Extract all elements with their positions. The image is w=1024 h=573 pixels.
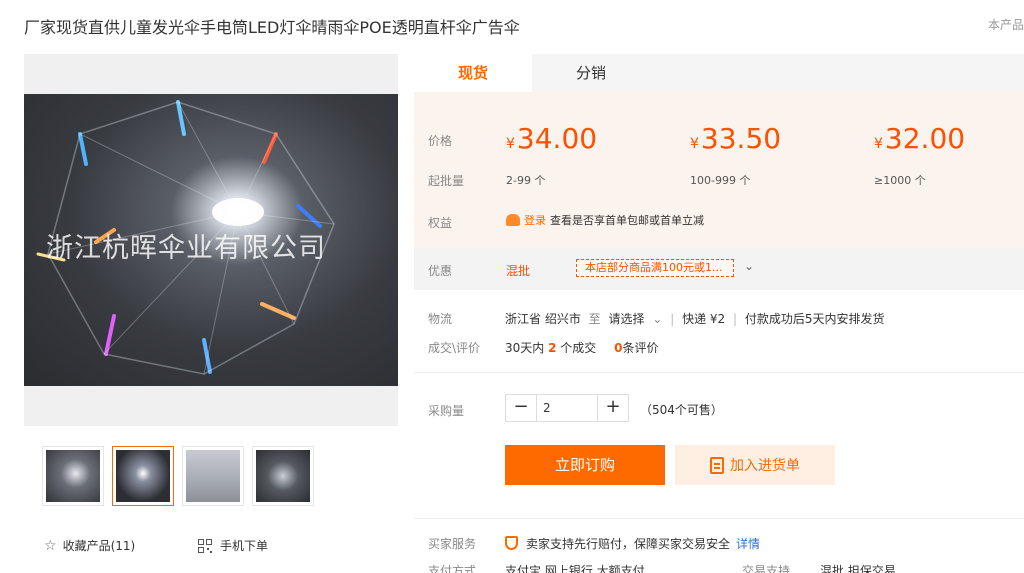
price-value: 33.50 (700, 122, 782, 155)
plus-button[interactable]: + (598, 395, 628, 421)
currency-symbol: ¥ (690, 136, 699, 152)
destination-select[interactable]: 请选择 (609, 312, 645, 326)
section-divider (414, 518, 1024, 519)
mobile-order-button[interactable]: 手机下单 (198, 537, 268, 554)
to-text: 至 (588, 312, 601, 326)
minus-button[interactable]: − (506, 395, 536, 421)
promo-label: 优惠 (428, 264, 453, 278)
trade-support-value: 混批 担保交易 (820, 564, 896, 573)
logistics-label: 物流 (428, 312, 453, 326)
tab-spot[interactable]: 现货 (414, 54, 532, 92)
benefit-row: 登录 查看是否享首单包邮或首单立减 (506, 212, 704, 228)
star-icon: ☆ (44, 537, 57, 554)
quantity-input[interactable]: 2 (536, 395, 598, 421)
promo-box[interactable]: 本店部分商品满100元或1... (576, 259, 734, 277)
price-value: 34.00 (516, 122, 598, 155)
coupon-icon (506, 214, 520, 226)
payment-label: 支付方式 (428, 564, 477, 573)
stock-text: （504个可售） (640, 403, 723, 417)
moq-label: 起批量 (428, 174, 465, 188)
thumbnail-2[interactable] (112, 446, 174, 506)
price-tier-3: ¥32.00 (874, 122, 965, 155)
benefit-text: 查看是否享首单包邮或首单立减 (550, 214, 704, 227)
buy-now-button[interactable]: 立即订购 (505, 445, 665, 485)
title-right-text: 本产品 (987, 18, 1024, 32)
range-tier-2: 100-999 个 (690, 174, 751, 187)
add-to-purchase-list-button[interactable]: 加入进货单 (675, 445, 835, 485)
promo-row: 优惠 混批 本店部分商品满100元或1... ⌄ (414, 248, 1024, 290)
logistics-row: 浙江省 绍兴市 至 请选择 ⌄ | 快递 ¥2 | 付款成功后5天内安排发货 (505, 312, 885, 326)
image-watermark: 浙江杭晖伞业有限公司 (46, 233, 326, 264)
deals-count-suffix: 个成交 (560, 341, 597, 355)
price-value: 32.00 (884, 122, 966, 155)
payment-methods: 支付宝 网上银行 大额支付 (505, 564, 645, 573)
price-tier-1: ¥34.00 (506, 122, 597, 155)
chevron-down-icon[interactable]: ⌄ (652, 312, 662, 326)
thumbnail-3[interactable] (182, 446, 244, 506)
range-tier-1: 2-99 个 (506, 174, 546, 187)
add-to-list-label: 加入进货单 (730, 458, 800, 474)
purchase-label: 采购量 (428, 404, 465, 418)
reviews-suffix: 条评价 (622, 341, 659, 355)
tab-distribution[interactable]: 分销 (532, 54, 650, 92)
clipboard-icon (710, 456, 724, 474)
collect-label: 收藏产品(11) (62, 539, 136, 553)
trade-support-label: 交易支持 (742, 564, 791, 573)
currency-symbol: ¥ (874, 136, 883, 152)
offer-tabs: 现货 分销 (414, 54, 1024, 92)
reviews-count[interactable]: 0 (614, 341, 622, 355)
chevron-down-icon[interactable]: ⌄ (744, 259, 754, 273)
deals-row: 30天内 2 个成交 0条评价 (505, 339, 659, 356)
qr-code-icon (198, 538, 212, 553)
deals-prefix: 30天内 (505, 341, 545, 355)
benefit-label: 权益 (428, 216, 453, 230)
range-tier-3: ≥1000 个 (874, 174, 926, 187)
deals-count[interactable]: 2 (548, 341, 556, 355)
thumbnail-4[interactable] (252, 446, 314, 506)
currency-symbol: ¥ (506, 136, 515, 152)
shield-icon (505, 536, 518, 550)
price-label: 价格 (428, 134, 453, 148)
service-detail-link[interactable]: 详情 (736, 537, 760, 551)
service-row: 卖家支持先行赔付，保障买家交易安全 详情 (505, 535, 760, 552)
promo-tag: 混批 (506, 264, 531, 278)
mobile-order-label: 手机下单 (220, 539, 269, 553)
quantity-stepper: − 2 + (505, 394, 629, 422)
collect-product-button[interactable]: ☆ 收藏产品(11) (44, 537, 135, 554)
service-text: 卖家支持先行赔付，保障买家交易安全 (526, 537, 731, 551)
product-title: 厂家现货直供儿童发光伞手电筒LED灯伞晴雨伞POE透明直杆伞广告伞 (24, 18, 520, 37)
main-image-container: 浙江杭晖伞业有限公司 (24, 54, 398, 426)
main-product-image[interactable]: 浙江杭晖伞业有限公司 (24, 94, 398, 386)
section-divider (414, 372, 1024, 373)
thumbnail-strip (42, 446, 314, 506)
price-tier-2: ¥33.50 (690, 122, 781, 155)
login-link[interactable]: 登录 (524, 212, 546, 228)
thumbnail-1[interactable] (42, 446, 104, 506)
express-fee: 快递 ¥2 (682, 312, 726, 326)
deals-label: 成交\评价 (428, 341, 481, 355)
ship-note: 付款成功后5天内安排发货 (744, 312, 885, 326)
service-label: 买家服务 (428, 537, 477, 551)
origin-text: 浙江省 绍兴市 (505, 312, 581, 326)
